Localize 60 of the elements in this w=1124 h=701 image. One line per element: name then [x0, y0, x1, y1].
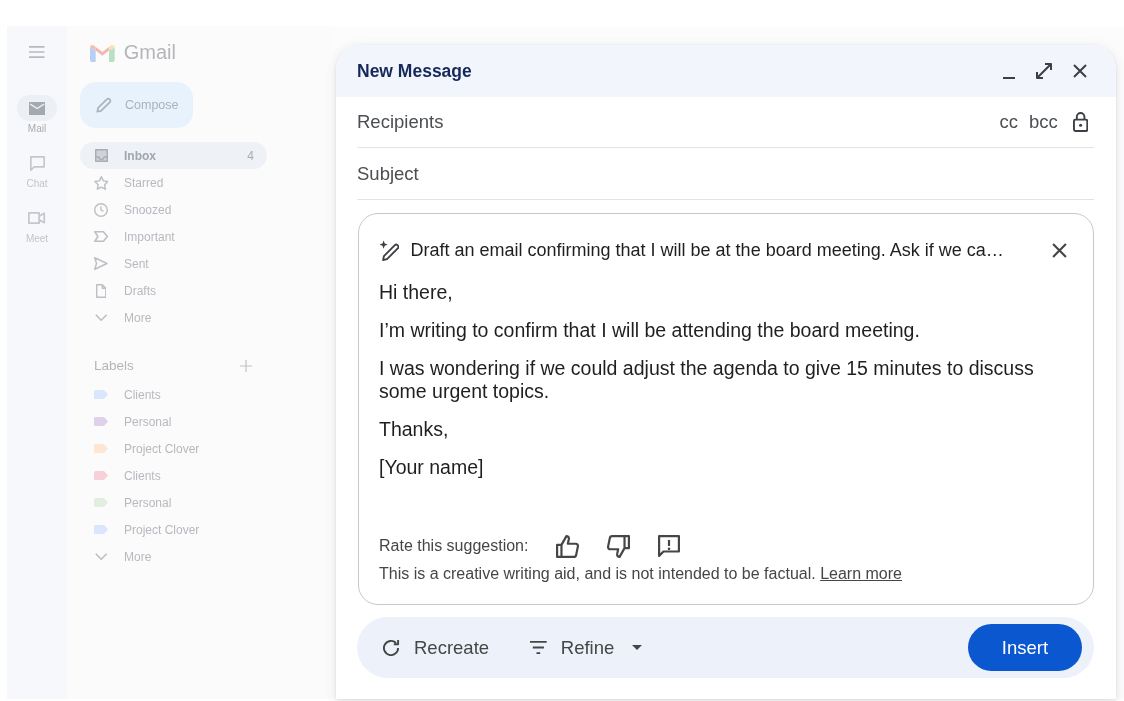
draft-paragraph: I was wondering if we could adjust the agenda to give 15 minutes to discuss some urgent topics.: [379, 357, 1035, 403]
thumbs-down-icon[interactable]: [607, 534, 631, 558]
document-icon: [95, 283, 107, 298]
label-item[interactable]: Project Clover: [80, 435, 267, 462]
label-item[interactable]: Project Clover: [80, 516, 267, 543]
label-item[interactable]: Clients: [80, 381, 267, 408]
cc-link[interactable]: cc: [999, 111, 1018, 133]
subject-field[interactable]: Subject: [357, 148, 1094, 199]
recipients-field[interactable]: Recipients: [357, 97, 989, 147]
video-camera-icon: [28, 212, 46, 224]
inbox-tray-icon: [94, 149, 108, 162]
bcc-link[interactable]: bcc: [1028, 111, 1058, 133]
compose-button[interactable]: Compose: [80, 82, 193, 128]
draft-paragraph: I’m writing to confirm that I will be attending the board meeting.: [379, 319, 921, 342]
labels-heading: Labels: [94, 358, 134, 373]
refine-button[interactable]: Refine: [530, 636, 643, 659]
unread-count: 4: [247, 148, 254, 163]
clock-icon: [94, 202, 108, 217]
more-toggle[interactable]: More: [80, 543, 267, 570]
caret-icon: [632, 645, 643, 650]
close-icon[interactable]: [1052, 242, 1067, 258]
disclaimer-text: This is a creative writing aid, and is not intended to be factual. Learn more: [379, 564, 903, 584]
chat-bubble-icon: [29, 155, 45, 171]
rate-label: Rate this suggestion:: [379, 537, 529, 555]
lock-icon[interactable]: [1072, 112, 1088, 132]
send-icon: [94, 257, 108, 270]
window-title: New Message: [357, 60, 472, 82]
envelope-icon: [28, 101, 46, 115]
expand-icon[interactable]: [1036, 63, 1052, 79]
label-item[interactable]: Personal: [80, 489, 267, 516]
label-item[interactable]: Personal: [80, 408, 267, 435]
pencil-icon: [96, 97, 112, 113]
star-icon: [93, 175, 109, 190]
prompt-text: Draft an email confirming that I will be at the board meeting. Ask if we ca…: [410, 239, 1005, 261]
learn-more-link[interactable]: Learn more: [820, 565, 902, 582]
chevron-down-icon: [94, 553, 108, 560]
minimize-icon[interactable]: [1003, 76, 1015, 80]
refresh-icon: [383, 639, 400, 656]
logo-icon: [90, 43, 115, 62]
pen-sparkle-icon: [379, 239, 400, 261]
draft-paragraph: [Your name]: [379, 456, 485, 479]
label-item[interactable]: Clients: [80, 462, 267, 489]
draft-paragraph: Hi there,: [379, 281, 454, 304]
app-name: Gmail: [123, 41, 176, 64]
more-toggle[interactable]: More: [80, 304, 267, 331]
draft-paragraph: Thanks,: [379, 418, 450, 441]
recreate-button[interactable]: Recreate: [383, 636, 490, 659]
folder-item[interactable]: Sent: [80, 250, 267, 277]
folder-item[interactable]: Starred: [80, 169, 267, 196]
filter-icon: [530, 641, 547, 654]
folder-item[interactable]: Drafts: [80, 277, 267, 304]
thumbs-up-icon[interactable]: [556, 534, 580, 558]
chevron-down-icon: [94, 314, 108, 321]
insert-button[interactable]: Insert: [968, 624, 1082, 671]
folder-item[interactable]: Important: [80, 223, 267, 250]
close-icon[interactable]: [1073, 64, 1087, 78]
exclamation-bubble-icon[interactable]: [658, 535, 681, 557]
folder-item[interactable]: Inbox 4: [80, 142, 267, 169]
label-arrow-icon: [93, 231, 109, 242]
folder-item[interactable]: Snoozed: [80, 196, 267, 223]
